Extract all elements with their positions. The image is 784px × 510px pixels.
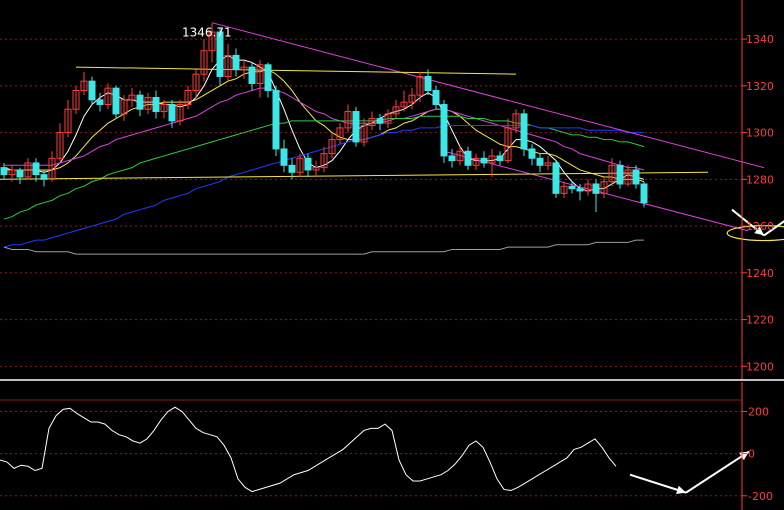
candle-body-down [96, 99, 104, 106]
candle-body-down [288, 164, 296, 173]
oscillator-tick-label: 0 [748, 448, 755, 461]
candle-body-down [168, 104, 176, 122]
candle-body-down [0, 167, 8, 176]
oscillator-tick-label: -200 [748, 490, 773, 503]
candle-body-down [32, 162, 40, 176]
candle-body-down [496, 155, 504, 162]
candle-body-down [432, 89, 440, 106]
candle-body-down [16, 169, 24, 178]
candle-body-down [632, 169, 640, 185]
candle-body-down [528, 148, 536, 159]
price-tick-label: 1260 [746, 220, 774, 233]
price-tick-label: 1300 [746, 127, 774, 140]
candle-body-down [592, 183, 600, 194]
candle-body-down [88, 80, 96, 101]
candle-body-down [568, 185, 576, 190]
candle-body-down [576, 188, 584, 192]
candle-body-down [280, 148, 288, 166]
candle-body-down [112, 87, 120, 115]
peak-label: 1346.71 [182, 25, 232, 39]
candle-body-down [152, 97, 160, 113]
candle-body-down [552, 162, 560, 194]
candle-body-down [480, 157, 488, 164]
candle-body-down [440, 104, 448, 157]
price-tick-label: 1240 [746, 267, 774, 280]
candle-body-down [352, 111, 360, 143]
price-tick-label: 1320 [746, 80, 774, 93]
chart-window: 1346.71 1340 1320 1300 1280 1260 1240 1220 1200… [0, 0, 784, 510]
candle-body-down [616, 164, 624, 185]
candle-body-down [40, 174, 48, 180]
candle-body-down [376, 118, 384, 124]
price-tick-label: 1220 [746, 314, 774, 327]
price-candlestick-chart: 1346.71 1340 1320 1300 1280 1260 1240 1220 1200… [0, 0, 784, 510]
price-tick-label: 1340 [746, 33, 774, 46]
candle-body-down [248, 66, 256, 84]
candle-body-down [520, 113, 528, 150]
candle-body-down [536, 157, 544, 166]
candle-body-down [264, 64, 272, 91]
oscillator-tick-label: 200 [748, 405, 769, 418]
price-tick-label: 1280 [746, 173, 774, 186]
price-tick-label: 1200 [746, 360, 774, 373]
candle-body-down [640, 183, 648, 204]
candle-body-down [272, 89, 280, 150]
candle-body-down [232, 54, 240, 70]
candle-body-down [136, 94, 144, 110]
candle-body-down [464, 150, 472, 166]
candle-body-down [424, 75, 432, 91]
candle-body-down [304, 157, 312, 171]
candle-body-down [448, 155, 456, 162]
